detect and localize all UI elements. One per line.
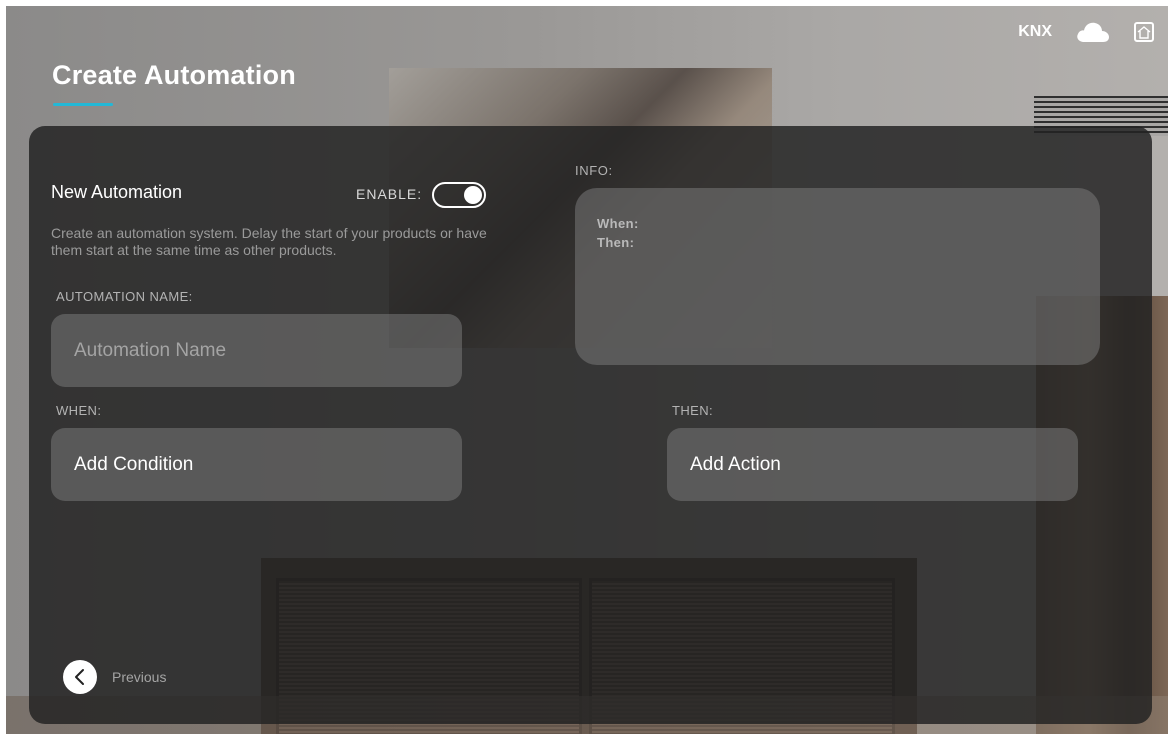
page-title: Create Automation: [52, 60, 296, 90]
toggle-knob: [464, 186, 482, 204]
enable-label: ENABLE:: [356, 186, 423, 202]
previous-button[interactable]: Previous: [63, 660, 166, 694]
section-title: New Automation: [51, 182, 183, 202]
then-label: THEN:: [672, 403, 713, 418]
automation-name-label: AUTOMATION NAME:: [56, 289, 193, 304]
add-action-label: Add Action: [690, 453, 781, 475]
add-action-button[interactable]: Add Action: [667, 428, 1078, 501]
knx-label[interactable]: KNX: [1018, 23, 1052, 41]
info-then-line: Then:: [597, 235, 635, 250]
title-underline: [53, 103, 113, 106]
add-condition-button[interactable]: Add Condition: [51, 428, 462, 501]
info-label: INFO:: [575, 163, 613, 178]
screen: Create Automation KNX New Automation ENA…: [6, 6, 1168, 734]
cloud-icon[interactable]: [1076, 21, 1110, 43]
description-text: Create an automation system. Delay the s…: [51, 225, 487, 258]
home-icon[interactable]: [1134, 22, 1154, 42]
info-box: When: Then:: [575, 188, 1100, 365]
automation-panel: New Automation ENABLE: Create an automat…: [29, 126, 1152, 724]
when-label: WHEN:: [56, 403, 102, 418]
chevron-left-icon[interactable]: [63, 660, 97, 694]
enable-toggle[interactable]: [432, 182, 486, 208]
automation-name-input[interactable]: [51, 314, 462, 387]
previous-label: Previous: [112, 669, 167, 685]
add-condition-label: Add Condition: [74, 453, 194, 475]
top-bar: KNX: [1018, 20, 1154, 44]
info-when-line: When:: [597, 216, 639, 231]
